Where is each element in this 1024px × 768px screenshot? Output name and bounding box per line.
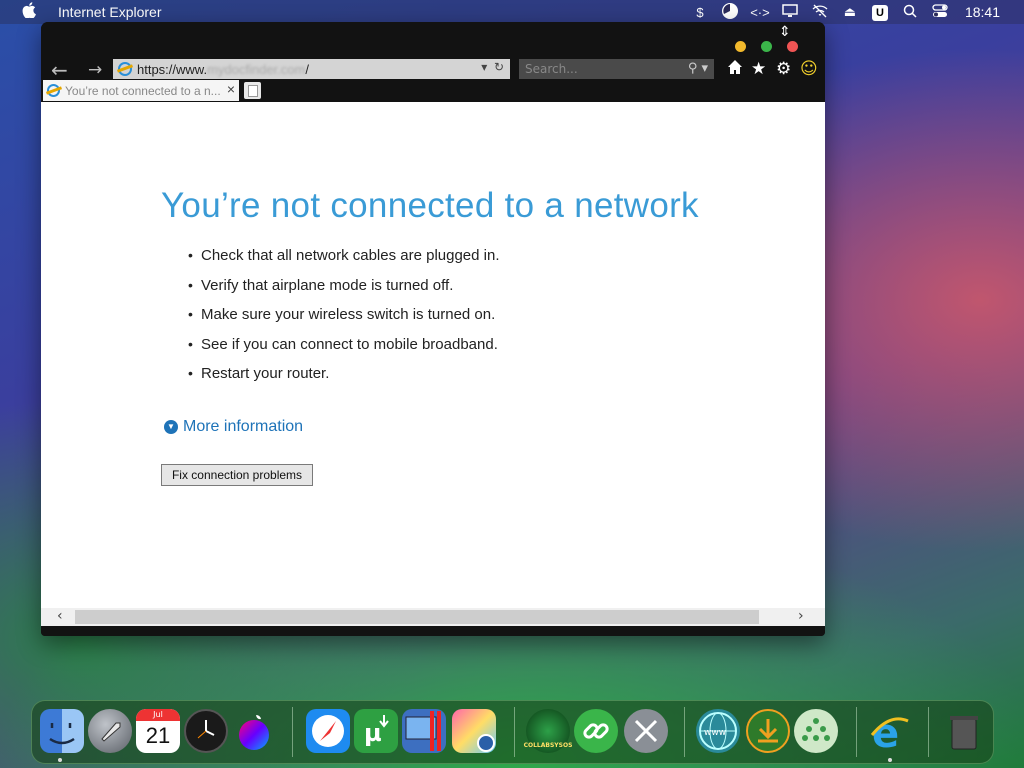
dock-separator xyxy=(928,707,929,757)
apple-logo-icon[interactable] xyxy=(232,709,276,753)
window-bottom-border xyxy=(41,626,825,636)
running-indicator xyxy=(888,758,892,762)
troubleshoot-list: Check that all network cables are plugge… xyxy=(188,247,500,395)
menu-clock[interactable]: 18:41 xyxy=(965,4,1000,20)
list-item: Check that all network cables are plugge… xyxy=(188,247,500,277)
app-name[interactable]: Internet Explorer xyxy=(58,4,162,20)
menu-bar: Internet Explorer $ <·> ⏏ U 18:41 xyxy=(0,0,1024,24)
clock-pie-icon[interactable] xyxy=(715,2,745,23)
internet-explorer-icon[interactable]: e xyxy=(868,709,912,757)
safari-compass-icon[interactable] xyxy=(306,709,350,753)
page-title: You’re not connected to a network xyxy=(161,186,699,225)
scroll-right-icon[interactable]: › xyxy=(798,608,804,624)
tab-close-icon[interactable]: × xyxy=(227,81,235,97)
list-item: See if you can connect to mobile broadba… xyxy=(188,336,500,366)
display-icon[interactable] xyxy=(775,3,805,21)
finder-icon[interactable] xyxy=(40,709,84,753)
code-brackets-icon[interactable]: <·> xyxy=(745,5,775,20)
svg-text:www: www xyxy=(704,728,726,738)
dock-separator xyxy=(684,707,685,757)
new-tab-icon[interactable] xyxy=(244,82,261,99)
resize-cursor-icon: ⇕ xyxy=(779,24,791,40)
www-globe-icon[interactable]: www xyxy=(696,709,740,753)
scroll-left-icon[interactable]: ‹ xyxy=(57,608,63,624)
running-indicator xyxy=(58,758,62,762)
dropdown-arrow-icon[interactable]: ▾ xyxy=(481,60,487,74)
address-host: mydocfinder.com xyxy=(207,61,306,77)
tab-strip: You’re not connected to a n... × xyxy=(41,80,825,102)
tab-active[interactable]: You’re not connected to a n... × xyxy=(43,80,239,101)
tab-title: You’re not connected to a n... xyxy=(65,83,221,98)
dollar-menu-icon[interactable]: $ xyxy=(685,5,715,20)
close-button[interactable] xyxy=(787,41,798,52)
list-item: Make sure your wireless switch is turned… xyxy=(188,306,500,336)
ie-favicon-icon xyxy=(118,62,132,76)
page-content: You’re not connected to a network Check … xyxy=(41,102,825,608)
search-icon[interactable] xyxy=(895,4,925,21)
launchpad-rocket-icon[interactable] xyxy=(88,709,132,753)
minimize-button[interactable] xyxy=(735,41,746,52)
calendar-day: 21 xyxy=(145,723,171,748)
forward-arrow-icon[interactable]: → xyxy=(88,60,102,80)
search-magnifier-icon[interactable]: ⚲ ▾ xyxy=(688,61,708,76)
scrollbar-thumb[interactable] xyxy=(75,610,759,624)
browser-window: ⇕ ← → https://www. mydocfinder.com / ▾ ↻ S… xyxy=(41,22,825,636)
drops-app-icon[interactable] xyxy=(794,709,838,753)
control-center-icon[interactable] xyxy=(925,3,955,21)
utorrent-icon[interactable]: µ xyxy=(354,709,398,753)
fix-connection-button[interactable]: Fix connection problems xyxy=(161,464,313,486)
calendar-month: Jul xyxy=(136,709,180,721)
dock-separator xyxy=(856,707,857,757)
back-arrow-icon[interactable]: ← xyxy=(51,60,68,80)
address-suffix: / xyxy=(305,61,309,77)
dock-separator xyxy=(514,707,515,757)
tab-ie-icon xyxy=(47,84,60,97)
collabsysos-icon[interactable]: COLLABSYSOS xyxy=(524,709,572,753)
address-controls[interactable]: ▾ ↻ xyxy=(481,60,504,74)
wifi-off-icon[interactable] xyxy=(805,4,835,21)
home-icon[interactable] xyxy=(727,59,743,80)
dock-separator xyxy=(292,707,293,757)
trash-icon[interactable] xyxy=(942,709,986,753)
svg-text:µ: µ xyxy=(364,719,382,747)
utilities-tools-icon[interactable] xyxy=(624,709,668,753)
favorites-star-icon[interactable]: ★ xyxy=(751,59,766,79)
u-app-icon[interactable]: U xyxy=(865,4,895,21)
collabsysos-label: COLLABSYSOS xyxy=(523,742,573,749)
clock-icon[interactable] xyxy=(184,709,228,753)
address-bar[interactable]: https://www. mydocfinder.com / ▾ ↻ xyxy=(113,59,510,79)
zoom-button[interactable] xyxy=(761,41,772,52)
list-item: Restart your router. xyxy=(188,365,500,395)
link-chain-icon[interactable] xyxy=(574,709,618,753)
list-item: Verify that airplane mode is turned off. xyxy=(188,277,500,307)
parallels-windows-icon[interactable] xyxy=(402,709,446,753)
photos-icon[interactable] xyxy=(452,709,496,753)
more-information-link[interactable]: ▼ More information xyxy=(164,418,303,436)
download-arrow-icon[interactable] xyxy=(746,709,790,753)
refresh-icon[interactable]: ↻ xyxy=(494,60,504,74)
more-information-label: More information xyxy=(183,418,304,435)
dock: Jul 21 µ COLLABSYSOS www e xyxy=(31,700,994,764)
calendar-icon[interactable]: Jul 21 xyxy=(136,709,180,753)
settings-gear-icon[interactable]: ⚙ xyxy=(776,59,791,79)
chevron-down-icon: ▼ xyxy=(164,420,178,434)
address-prefix: https://www. xyxy=(137,61,208,77)
feedback-smiley-icon[interactable]: ☺ xyxy=(800,59,818,79)
apple-icon[interactable] xyxy=(22,2,38,22)
search-box[interactable]: Search... ⚲ ▾ xyxy=(519,59,714,79)
horizontal-scrollbar[interactable]: ‹ › xyxy=(41,608,825,626)
eject-icon[interactable]: ⏏ xyxy=(835,4,865,20)
search-placeholder: Search... xyxy=(525,62,578,76)
